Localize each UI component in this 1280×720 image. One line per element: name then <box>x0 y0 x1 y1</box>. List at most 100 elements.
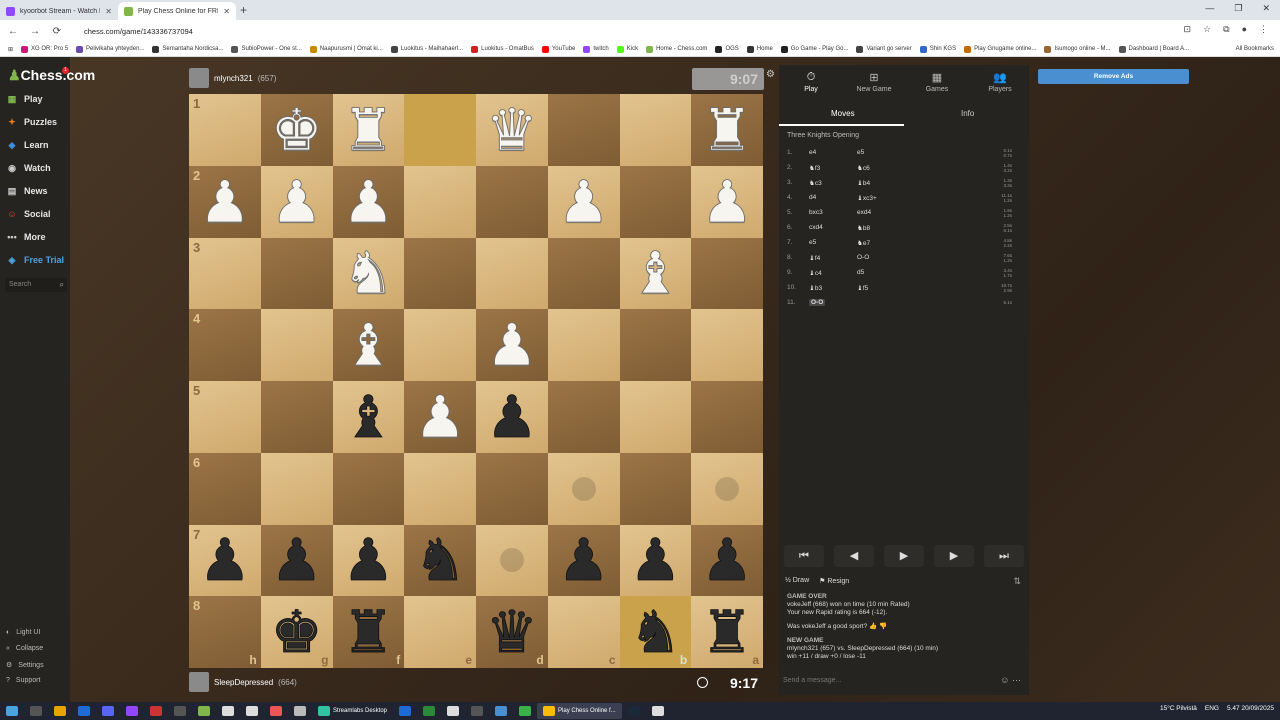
app-icon[interactable] <box>222 706 234 716</box>
black-rook-piece[interactable]: ♜ <box>701 603 754 662</box>
white-move[interactable]: ♞f3 <box>809 164 857 172</box>
back-button[interactable]: ← <box>4 26 22 37</box>
app-icon[interactable] <box>246 706 258 716</box>
black-queen-piece[interactable]: ♛ <box>485 603 538 662</box>
bookmark-item[interactable]: Home <box>746 45 773 53</box>
remove-ads-button[interactable]: Remove Ads <box>1038 69 1189 84</box>
board-square[interactable] <box>547 381 620 453</box>
opening-name[interactable]: Three Knights Opening <box>787 132 859 139</box>
board-square[interactable] <box>476 165 548 238</box>
board-square[interactable]: 8h <box>189 596 261 668</box>
clock[interactable]: 5.47 20/09/2025 <box>1227 705 1274 712</box>
board-square[interactable]: ♟ <box>691 165 763 238</box>
board-settings-icon[interactable]: ⚙ <box>766 69 775 80</box>
white-rook-piece[interactable]: ♜ <box>342 100 395 159</box>
black-pawn-piece[interactable]: ♟ <box>342 531 395 590</box>
board-square[interactable] <box>619 309 692 381</box>
draw-button[interactable]: ½ Draw <box>785 577 809 585</box>
board-square[interactable]: e <box>404 596 476 668</box>
white-pawn-piece[interactable]: ♟ <box>342 172 395 231</box>
maximize-button[interactable]: ❐ <box>1234 3 1242 14</box>
board-square[interactable]: ♟ <box>547 165 620 238</box>
bookmark-item[interactable]: OGS <box>715 45 739 53</box>
all-bookmarks[interactable]: All Bookmarks <box>1236 46 1280 52</box>
board-square[interactable] <box>691 381 763 453</box>
black-move[interactable]: e5 <box>857 149 992 156</box>
previous-move-button[interactable]: ◀ <box>834 545 874 567</box>
board-square[interactable] <box>404 94 476 166</box>
board-square[interactable]: a ♜ <box>691 596 763 668</box>
first-move-button[interactable]: ⏮ <box>784 545 824 567</box>
browser-tab[interactable]: kyoorbot Stream - Watch li ✕ <box>0 2 118 20</box>
bookmark-item[interactable]: Shin KGS <box>919 45 956 53</box>
sidebar-item-learn[interactable]: ◆ Learn <box>6 139 49 151</box>
white-pawn-piece[interactable]: ♟ <box>198 172 251 231</box>
bookmark-item[interactable]: Kick <box>616 45 638 53</box>
app-icon[interactable] <box>519 706 532 716</box>
sidebar-item-free-trial[interactable]: ◈ Free Trial <box>6 254 65 266</box>
bookmark-item[interactable]: SubioPower - One st... <box>231 45 302 53</box>
board-square[interactable] <box>547 94 620 166</box>
app-icon[interactable] <box>651 706 664 716</box>
board-square[interactable]: 4 <box>189 309 261 381</box>
bookmark-item[interactable]: Home - Chess.com <box>646 45 707 53</box>
board-square[interactable]: ♟ <box>332 165 405 238</box>
windows-start-icon[interactable] <box>6 706 18 716</box>
emoji-icon[interactable]: ☺ ⋯ <box>1000 675 1021 686</box>
forward-button[interactable]: → <box>26 26 44 37</box>
extensions-icon[interactable]: ⧉ <box>1223 24 1229 35</box>
close-window-button[interactable]: ✕ <box>1262 3 1270 14</box>
player-name[interactable]: SleepDepressed <box>214 678 273 687</box>
black-pawn-piece[interactable]: ♟ <box>270 531 323 590</box>
bookmark-item[interactable]: Semantaha Nordicsa... <box>152 45 223 53</box>
star-icon[interactable]: ☆ <box>1203 24 1211 35</box>
discord-icon[interactable] <box>102 706 114 716</box>
board-square[interactable]: ♜ <box>691 94 763 166</box>
board-square[interactable]: 2 ♟ <box>189 165 261 238</box>
board-square[interactable]: 1 <box>189 94 261 166</box>
app-icon[interactable] <box>270 706 282 716</box>
top-player[interactable]: mlynch321 (657) <box>189 68 276 88</box>
sidebar-item-news[interactable]: ▤ News <box>6 185 48 197</box>
black-move[interactable]: ♝f5 <box>857 284 992 292</box>
bookmark-item[interactable]: Isumogo online - M... <box>1044 45 1111 53</box>
board-square[interactable]: c <box>547 596 620 668</box>
board-square[interactable]: ♝ <box>619 237 692 310</box>
minimize-button[interactable]: — <box>1205 3 1214 14</box>
task-view-icon[interactable] <box>30 706 42 716</box>
black-knight-piece[interactable]: ♞ <box>414 531 467 590</box>
chess-app-icon[interactable] <box>198 706 210 716</box>
app-icon[interactable] <box>447 706 460 716</box>
browser-tab[interactable]: Play Chess Online for FREE - 2 ✕ <box>118 2 236 20</box>
next-move-button[interactable]: ▶ <box>934 545 974 567</box>
board-square[interactable]: ♝ <box>332 381 405 453</box>
board-square[interactable] <box>619 381 692 453</box>
black-pawn-piece[interactable]: ♟ <box>198 531 251 590</box>
thumbs-up-icon[interactable]: 👍 <box>869 623 877 630</box>
white-king-piece[interactable]: ♚ <box>270 100 323 159</box>
board-square[interactable]: ♟ <box>260 165 333 238</box>
board-square[interactable]: ♛ <box>476 94 548 166</box>
white-rook-piece[interactable]: ♜ <box>701 100 754 159</box>
board-square[interactable] <box>476 524 548 597</box>
bookmark-item[interactable]: YouTube <box>541 45 575 53</box>
taskbar-chrome[interactable]: Play Chess Online f... <box>537 703 622 719</box>
app-icon[interactable] <box>294 706 306 716</box>
twitch-icon[interactable] <box>126 706 138 716</box>
chess-board[interactable]: 1 ♚ ♜ ♛ ♜ 2 ♟ ♟ ♟ ♟ ♟ 3 ♞ ♝ 4 ♝ ♟ 5 ♝ ♟ ♟ 6 7 ♟ ♟ ♟ ♞ ♟ ♟ ♟ 8 h g ♚ f ♜ e d ♛ c… <box>189 94 763 668</box>
last-move-button[interactable]: ⏭ <box>984 545 1024 567</box>
white-queen-piece[interactable]: ♛ <box>485 100 538 159</box>
white-move[interactable]: ♝f4 <box>809 254 857 262</box>
move-hint-dot[interactable] <box>499 548 524 573</box>
player-name[interactable]: mlynch321 <box>214 74 253 83</box>
bookmark-item[interactable]: XG OR: Pro 5 <box>21 45 68 53</box>
bookmark-item[interactable]: Variant go server <box>856 45 912 53</box>
apps-icon[interactable]: ⊞ <box>8 46 13 53</box>
board-square[interactable]: d ♛ <box>476 596 548 668</box>
menu-icon[interactable]: ⋮ <box>1259 24 1268 35</box>
play-button[interactable]: ▶ <box>884 545 924 567</box>
black-pawn-piece[interactable]: ♟ <box>701 531 754 590</box>
black-move[interactable]: ♞c6 <box>857 164 992 172</box>
tab-new-game[interactable]: ⊞ New Game <box>844 71 904 93</box>
board-square[interactable] <box>260 381 333 453</box>
